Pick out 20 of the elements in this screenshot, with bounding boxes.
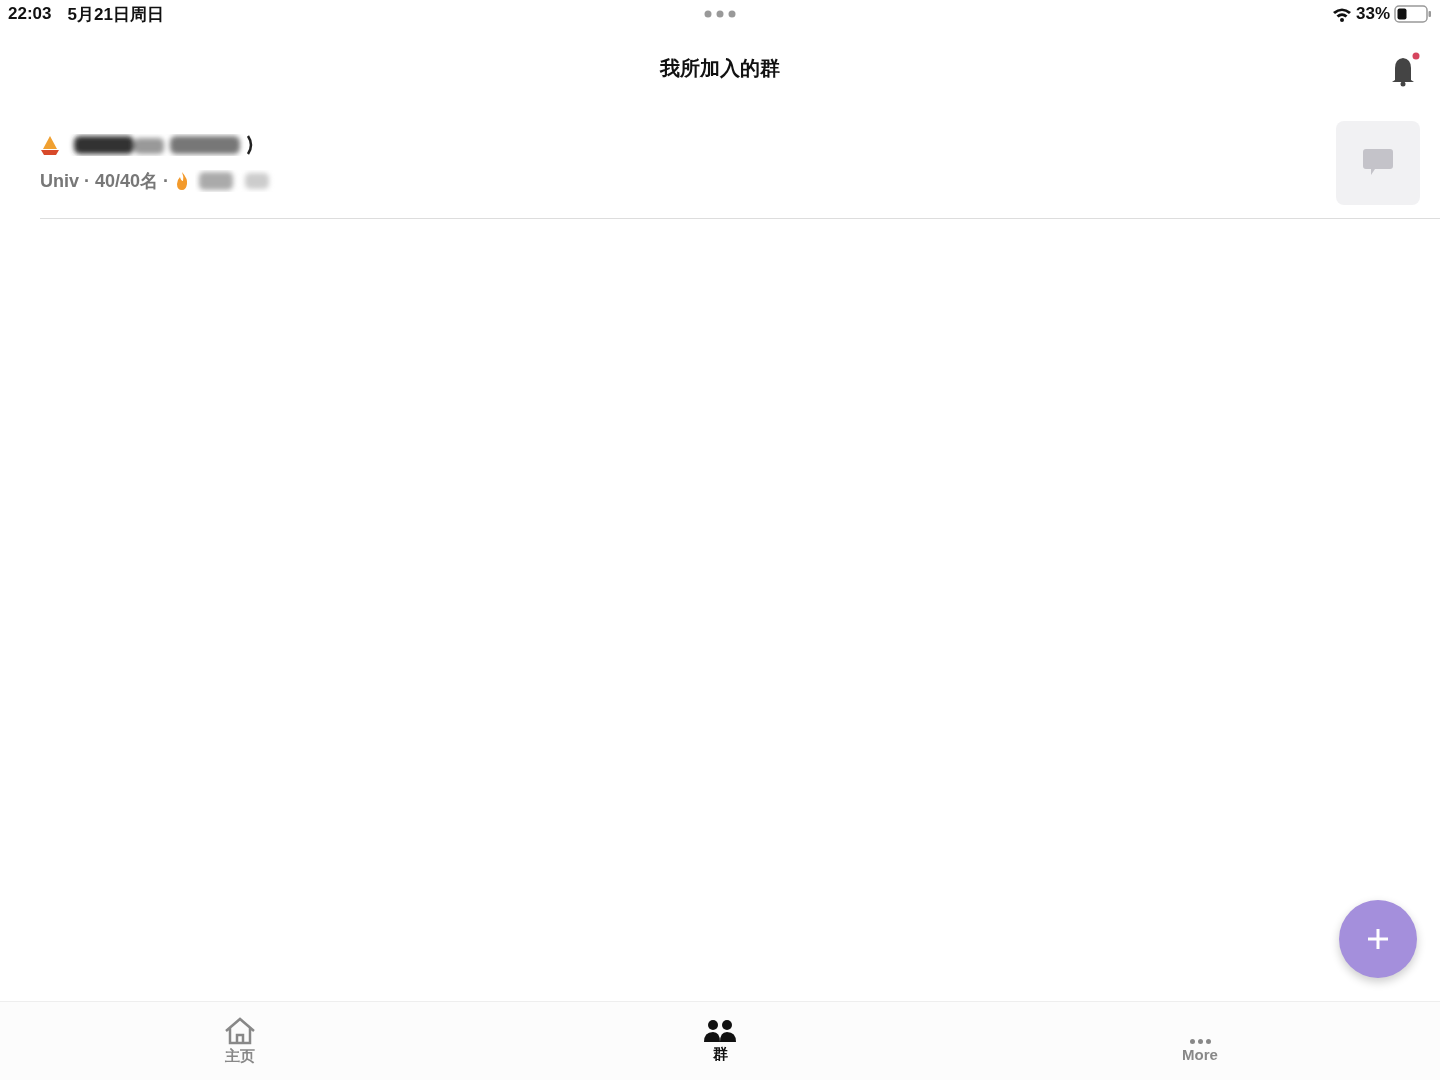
tab-bar-item[interactable]: 主页 [0,1002,480,1080]
multitask-dots-icon [704,10,736,18]
battery-percentage: 33% [1355,4,1390,24]
flame-icon [175,171,190,191]
status-date: 5月21日周日 [67,3,164,26]
battery-icon [1394,5,1432,23]
notification-bell-icon[interactable] [1390,52,1420,88]
page-title: 我所加入的群 [660,55,780,81]
more-dots-icon [1189,1038,1211,1044]
add-group-button[interactable] [1339,900,1417,978]
plus-icon [1367,928,1389,950]
status-time: 22:03 [8,4,52,24]
group-list-item[interactable]: Univ · 40/40名 · [40,108,1440,219]
people-icon [703,1018,737,1043]
home-icon [223,1016,257,1045]
sailboat-icon [40,134,60,156]
tab-bar-item[interactable]: More [960,1002,1440,1080]
group-meta-text: Univ · 40/40名 · [40,170,170,193]
tab-bar-item[interactable]: 群 [480,1002,960,1080]
wifi-icon [1331,6,1352,22]
